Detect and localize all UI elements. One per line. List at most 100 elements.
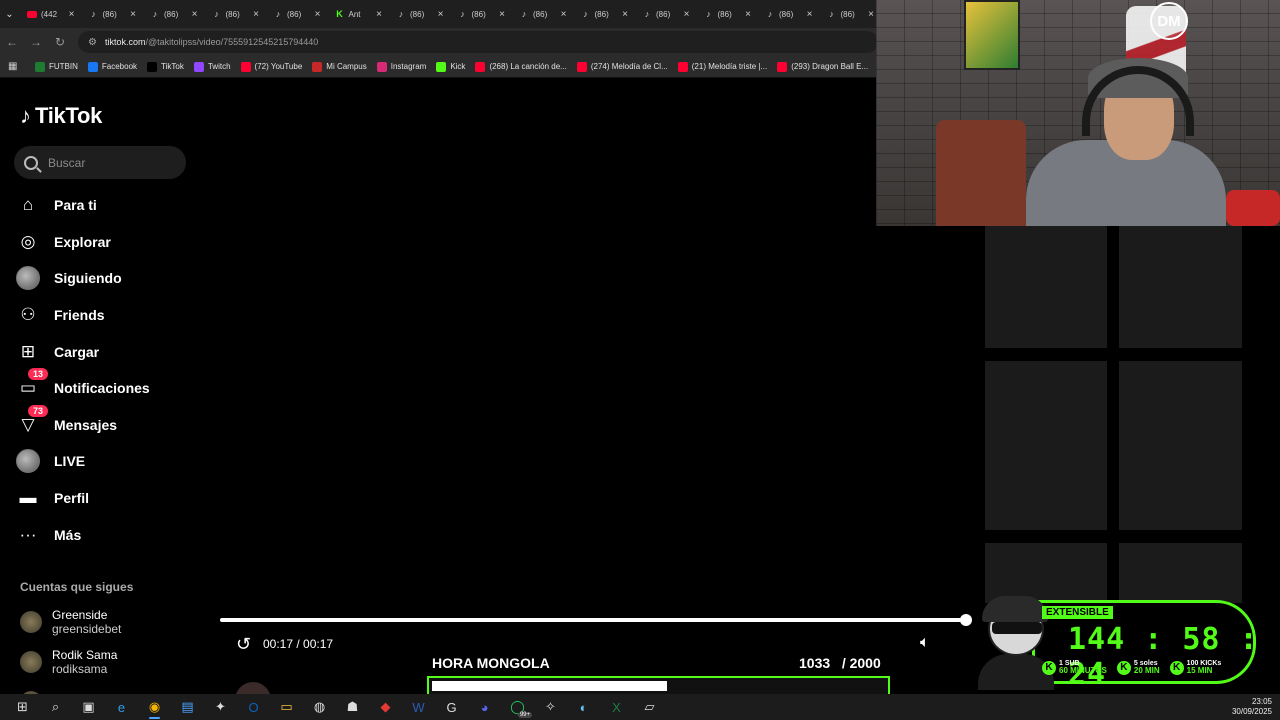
following-account[interactable]: Greenside greensidebet — [20, 602, 200, 642]
url-input[interactable]: ⚙ tiktok.com/@takitolipss/video/75559125… — [78, 31, 878, 53]
video-thumbnail[interactable] — [1119, 361, 1242, 530]
gamebar-icon[interactable]: ☗ — [336, 694, 369, 720]
close-tab-icon[interactable]: × — [130, 9, 136, 20]
apps-grid-icon[interactable]: ▦ — [8, 61, 30, 72]
account-avatar[interactable] — [20, 651, 42, 673]
bookmark[interactable]: (293) Dragon Ball E... — [772, 61, 873, 72]
bookmark[interactable]: (268) La canción de... — [470, 61, 571, 72]
browser-tab[interactable]: ♪ (86) × — [81, 0, 143, 28]
chrome-icon[interactable]: ◉ — [138, 694, 171, 720]
close-tab-icon[interactable]: × — [499, 9, 505, 20]
video-thumbnail[interactable] — [985, 361, 1107, 530]
bookmark[interactable]: (72) YouTube — [236, 61, 308, 72]
browser-tab[interactable]: ♪ (86) × — [265, 0, 327, 28]
sidebar-item-mensajes[interactable]: ▽ 73 Mensajes — [16, 404, 191, 444]
close-tab-icon[interactable]: × — [684, 9, 690, 20]
reload-icon[interactable]: ↻ — [48, 28, 72, 56]
windows-icon[interactable]: ⊞ — [6, 694, 39, 720]
close-tab-icon[interactable]: × — [745, 9, 751, 20]
browser-tab[interactable]: ♪ (86) × — [819, 0, 881, 28]
tab-search-icon[interactable]: ⌄ — [0, 0, 19, 28]
edge-icon[interactable]: e — [105, 694, 138, 720]
word-icon[interactable]: W — [402, 694, 435, 720]
app2-icon[interactable]: ✧ — [534, 694, 567, 720]
video-thumbnail[interactable] — [1119, 226, 1242, 348]
search-input[interactable] — [48, 155, 168, 170]
video-thumbnail[interactable] — [985, 226, 1107, 348]
browser-tab[interactable]: ♪ (86) × — [204, 0, 266, 28]
copilot-icon[interactable]: ✦ — [204, 694, 237, 720]
video-progress-bar[interactable] — [220, 618, 966, 622]
close-tab-icon[interactable]: × — [561, 9, 567, 20]
store-icon[interactable]: ▤ — [171, 694, 204, 720]
video-progress-knob[interactable] — [960, 614, 972, 626]
sidebar-item-friends[interactable]: ⚇ Friends — [16, 297, 191, 334]
search-box[interactable] — [14, 146, 186, 179]
browser-tab[interactable]: ♪ (86) × — [634, 0, 696, 28]
taskbar: ⊞ ⌕ ▣ e ◉ ▤ ✦ O ▭ ◍ ☗ ◆ W G ◕ ◯ 99+ ✧ ◐ X ▱ 23:05 30/09/2025 — [0, 694, 1280, 720]
tab-label: (86) — [164, 9, 179, 19]
bookmark[interactable]: TikTok — [142, 61, 189, 72]
close-tab-icon[interactable]: × — [69, 9, 75, 20]
volume-icon[interactable]: 🔈︎ — [920, 634, 944, 654]
search-icon[interactable]: ⌕ — [39, 694, 72, 720]
tiktok-logo[interactable]: ♪ TikTok — [20, 103, 102, 129]
browser-tab[interactable]: ♪ (86) × — [142, 0, 204, 28]
browser-tab[interactable]: K Ant × — [327, 0, 389, 28]
bookmark[interactable]: Instagram — [372, 61, 432, 72]
close-tab-icon[interactable]: × — [376, 9, 382, 20]
close-tab-icon[interactable]: × — [438, 9, 444, 20]
sidebar-item-siguiendo[interactable]: Siguiendo — [16, 260, 191, 297]
site-info-icon[interactable]: ⚙ — [88, 37, 97, 48]
steam-icon[interactable]: ◐ — [567, 694, 600, 720]
url-domain: tiktok.com — [104, 37, 146, 47]
sidebar-item-m-s[interactable]: ··· Más — [16, 516, 191, 553]
close-tab-icon[interactable]: × — [192, 9, 198, 20]
obs-icon[interactable]: ◍ — [303, 694, 336, 720]
account-avatar[interactable] — [20, 611, 42, 633]
discord-icon[interactable]: ◕ — [468, 694, 501, 720]
bookmark[interactable]: (21) Melodía triste |... — [673, 61, 772, 72]
browser-tab[interactable]: ♪ (86) × — [573, 0, 635, 28]
app-icon[interactable]: G — [435, 694, 468, 720]
sidebar-item-cargar[interactable]: ⊞ Cargar — [16, 333, 191, 370]
whatsapp-icon[interactable]: ◯ 99+ — [501, 694, 534, 720]
browser-tab[interactable]: ♪ (86) × — [757, 0, 819, 28]
browser-tab[interactable]: ♪ (86) × — [511, 0, 573, 28]
browser-tab[interactable]: (442 × — [19, 0, 81, 28]
sidebar-item-notificaciones[interactable]: ▭ 13 Notificaciones — [16, 367, 191, 407]
sidebar-item-live[interactable]: LIVE — [16, 443, 191, 480]
outlook-icon[interactable]: O — [237, 694, 270, 720]
close-tab-icon[interactable]: × — [868, 9, 874, 20]
tab-label: (86) — [656, 9, 671, 19]
adobe-icon[interactable]: ◆ — [369, 694, 402, 720]
bookmark[interactable]: (274) Melodía de Cl... — [572, 61, 673, 72]
forward-icon[interactable]: → — [24, 28, 48, 56]
notification-badge: 13 — [28, 367, 49, 380]
bookmark[interactable]: Mi Campus — [307, 61, 371, 72]
taskview-icon[interactable]: ▣ — [72, 694, 105, 720]
notepad-icon[interactable]: ▱ — [633, 694, 666, 720]
excel-icon[interactable]: X — [600, 694, 633, 720]
bookmark[interactable]: Facebook — [83, 61, 142, 72]
sidebar-item-explorar[interactable]: ◎ Explorar — [16, 224, 191, 261]
close-tab-icon[interactable]: × — [315, 9, 321, 20]
taskbar-clock[interactable]: 23:05 30/09/2025 — [1232, 694, 1272, 720]
explorer-icon[interactable]: ▭ — [270, 694, 303, 720]
browser-tab[interactable]: ♪ (86) × — [450, 0, 512, 28]
replay-icon[interactable]: ↺ — [236, 634, 256, 654]
bookmark-icon — [35, 61, 45, 72]
following-account[interactable]: Rodik Sama rodiksama — [20, 642, 200, 682]
sidebar-item-perfil[interactable]: ▬ Perfil — [16, 480, 191, 517]
sidebar-item-para-ti[interactable]: ⌂ Para ti — [16, 187, 191, 224]
bookmark[interactable]: FUTBIN — [30, 61, 83, 72]
timer-tier: K5 soles 20 MIN — [1116, 660, 1160, 675]
bookmark[interactable]: Kick — [431, 61, 470, 72]
close-tab-icon[interactable]: × — [622, 9, 628, 20]
browser-tab[interactable]: ♪ (86) × — [388, 0, 450, 28]
browser-tab[interactable]: ♪ (86) × — [696, 0, 758, 28]
close-tab-icon[interactable]: × — [807, 9, 813, 20]
back-icon[interactable]: ← — [0, 28, 24, 56]
close-tab-icon[interactable]: × — [253, 9, 259, 20]
bookmark[interactable]: Twitch — [189, 61, 236, 72]
